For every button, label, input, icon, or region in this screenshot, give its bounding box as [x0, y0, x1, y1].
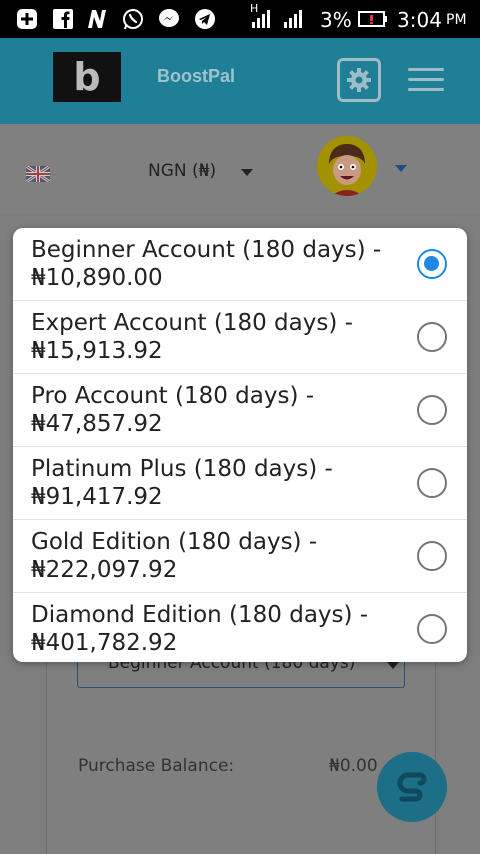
option-label: Pro Account (180 days) - ₦47,857.92 [31, 382, 401, 438]
gear-icon [347, 68, 371, 92]
battery-percent: 3% [320, 8, 352, 32]
telegram-icon [195, 9, 215, 29]
package-select-caret-icon[interactable] [387, 662, 399, 669]
option-title: Expert Account (180 days) - [31, 310, 353, 336]
option-title: Pro Account (180 days) - [31, 383, 315, 409]
option-beginner-account[interactable]: Beginner Account (180 days) - ₦10,890.00 [13, 228, 467, 301]
uk-flag-icon[interactable] [26, 166, 50, 182]
radio-button[interactable] [417, 614, 447, 644]
facebook-icon [53, 9, 73, 29]
option-title: Gold Edition (180 days) - [31, 529, 318, 555]
option-label: Gold Edition (180 days) - ₦222,097.92 [31, 528, 401, 584]
option-price: ₦222,097.92 [31, 557, 178, 583]
option-title: Beginner Account (180 days) - [31, 237, 382, 263]
currency-caret-icon[interactable] [241, 169, 253, 176]
signal-2-icon [284, 10, 302, 28]
hamburger-menu-button[interactable] [408, 68, 444, 92]
signal-1-icon [252, 10, 270, 28]
app-header: b BoostPal [0, 38, 480, 124]
add-notification-icon [17, 9, 37, 29]
option-pro-account[interactable]: Pro Account (180 days) - ₦47,857.92 [13, 374, 467, 447]
messenger-icon [159, 9, 179, 27]
option-label: Diamond Edition (180 days) - ₦401,782.92 [31, 601, 401, 657]
brand-name: BoostPal [157, 66, 236, 86]
option-title: Platinum Plus (180 days) - [31, 456, 333, 482]
profile-caret-icon[interactable] [395, 165, 407, 172]
currency-selector[interactable]: NGN (₦) [148, 161, 216, 181]
toolbar-row [0, 124, 480, 214]
option-label: Beginner Account (180 days) - ₦10,890.00 [31, 236, 401, 292]
clock-ampm: PM [446, 12, 467, 28]
whatsapp-icon [123, 9, 143, 30]
status-bar: H 3% 3:04 PM [0, 0, 480, 38]
battery-low-icon [358, 11, 387, 27]
radio-button-selected[interactable] [417, 249, 447, 279]
radio-button[interactable] [417, 395, 447, 425]
clock-time: 3:04 [397, 8, 442, 32]
n-app-icon [88, 10, 106, 28]
purchase-balance-value: ₦0.00 [329, 756, 378, 776]
option-price: ₦401,782.92 [31, 630, 178, 656]
user-avatar-icon [317, 136, 377, 196]
option-label: Platinum Plus (180 days) - ₦91,417.92 [31, 455, 401, 511]
radio-button[interactable] [417, 468, 447, 498]
option-price: ₦91,417.92 [31, 484, 163, 510]
logo-letter: b [73, 55, 101, 99]
package-options-dialog: Beginner Account (180 days) - ₦10,890.00… [13, 228, 467, 662]
settings-button[interactable] [337, 58, 381, 102]
radio-button[interactable] [417, 322, 447, 352]
option-price: ₦47,857.92 [31, 411, 163, 437]
avatar[interactable] [317, 136, 377, 196]
option-platinum-plus[interactable]: Platinum Plus (180 days) - ₦91,417.92 [13, 447, 467, 520]
chat-button[interactable] [377, 752, 447, 822]
option-expert-account[interactable]: Expert Account (180 days) - ₦15,913.92 [13, 301, 467, 374]
option-diamond-edition[interactable]: Diamond Edition (180 days) - ₦401,782.92 [13, 593, 467, 662]
option-price: ₦15,913.92 [31, 338, 163, 364]
chat-logo-icon [397, 772, 427, 802]
option-gold-edition[interactable]: Gold Edition (180 days) - ₦222,097.92 [13, 520, 467, 593]
app-logo[interactable]: b [53, 52, 121, 102]
radio-button[interactable] [417, 541, 447, 571]
purchase-balance-label: Purchase Balance: [78, 756, 235, 776]
option-price: ₦10,890.00 [31, 265, 163, 291]
option-title: Diamond Edition (180 days) - [31, 602, 369, 628]
option-label: Expert Account (180 days) - ₦15,913.92 [31, 309, 401, 365]
